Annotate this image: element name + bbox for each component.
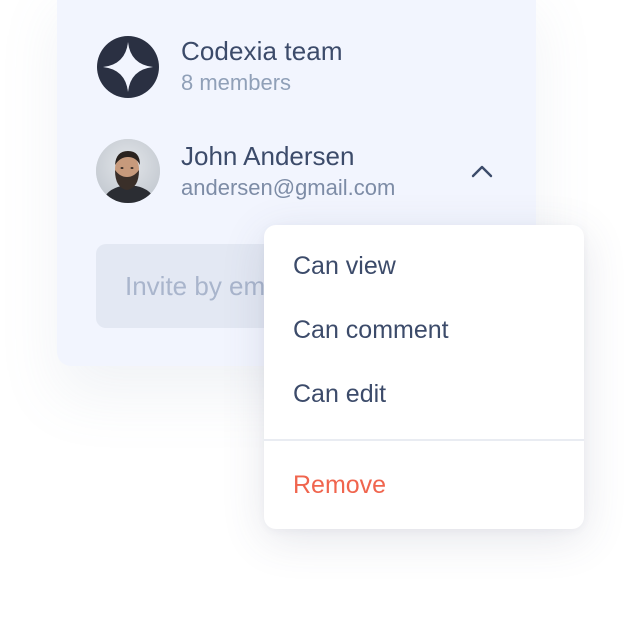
menu-item-remove[interactable]: Remove [264, 458, 584, 512]
team-text: Codexia team 8 members [181, 35, 343, 98]
member-row[interactable]: John Andersen andersen@gmail.com [96, 139, 496, 203]
team-member-count: 8 members [181, 70, 292, 95]
member-name: John Andersen [181, 140, 355, 171]
bearded-man-portrait-icon [96, 139, 160, 203]
menu-item-can-comment[interactable]: Can comment [264, 303, 584, 357]
member-email: andersen@gmail.com [181, 174, 396, 200]
permission-menu: Can view Can comment Can edit Remove [264, 225, 584, 529]
team-row: Codexia team 8 members [97, 35, 343, 98]
menu-item-can-view[interactable]: Can view [264, 239, 584, 293]
menu-item-can-edit[interactable]: Can edit [264, 367, 584, 421]
share-panel-stage: Codexia team 8 members John Andersen and… [0, 0, 640, 640]
avatar [96, 139, 160, 203]
chevron-up-icon[interactable] [470, 162, 494, 180]
team-logo-icon [97, 35, 159, 98]
team-name: Codexia team [181, 36, 343, 66]
menu-divider [264, 439, 584, 441]
member-text: John Andersen andersen@gmail.com [181, 140, 395, 203]
